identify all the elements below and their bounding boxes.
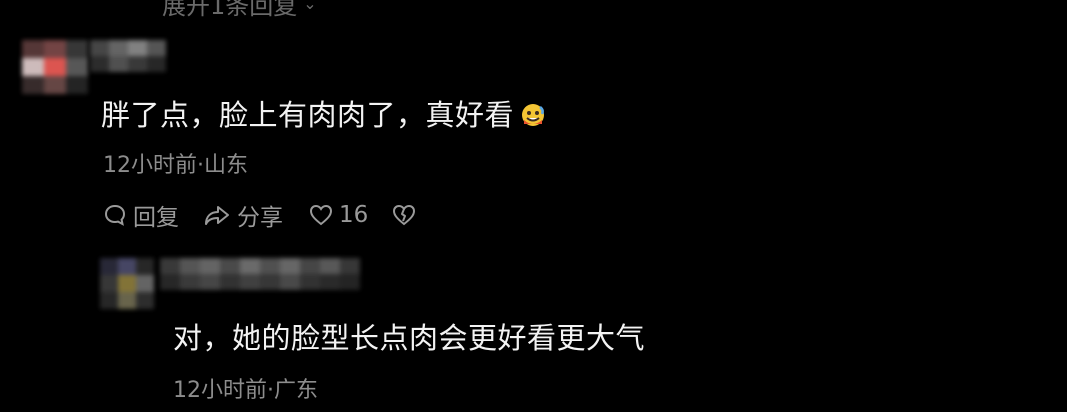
- dislike-button[interactable]: [392, 204, 416, 226]
- grinning-sweat-emoji-icon: [520, 101, 546, 135]
- like-count: 16: [339, 202, 369, 228]
- comment-text: 对，她的脸型长点肉会更好看更大气: [173, 321, 646, 355]
- comment-meta: 12小时前·山东: [103, 153, 248, 178]
- comment-text: 胖了点，脸上有肉肉了，真好看: [101, 92, 546, 135]
- avatar[interactable]: [22, 40, 88, 94]
- username[interactable]: [90, 40, 166, 72]
- expand-replies-label: 展开1条回复: [162, 0, 298, 20]
- share-arrow-icon: [205, 206, 229, 225]
- username[interactable]: [160, 258, 360, 290]
- comment-bubble-icon: [104, 204, 126, 226]
- comment-meta: 12小时前·广东: [173, 378, 318, 403]
- share-button[interactable]: 分享: [203, 198, 283, 232]
- reply-label: 回复: [133, 205, 179, 231]
- reply-button[interactable]: 回复: [103, 198, 179, 232]
- share-label: 分享: [237, 205, 283, 231]
- avatar[interactable]: [100, 258, 154, 309]
- heart-icon: [309, 204, 333, 226]
- comment-actions: 回复 分享 16: [103, 198, 416, 232]
- broken-heart-icon: [393, 204, 416, 226]
- expand-replies-link[interactable]: 展开1条回复 ⌄: [162, 0, 317, 21]
- like-button[interactable]: 16: [309, 202, 368, 228]
- chevron-down-icon: ⌄: [303, 0, 317, 13]
